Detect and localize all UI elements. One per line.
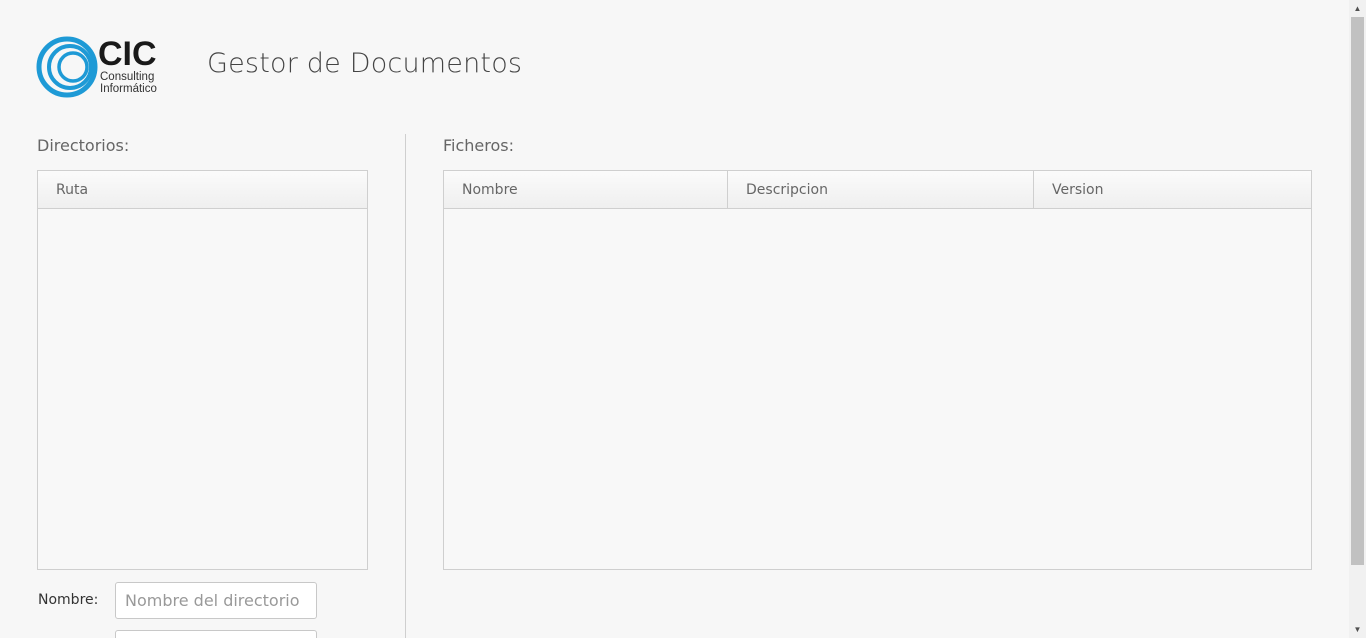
files-label: Ficheros: — [443, 136, 515, 155]
page-title: Gestor de Documentos — [207, 48, 523, 79]
secondary-input[interactable] — [115, 630, 317, 638]
up-arrow-icon[interactable]: ▲ — [1349, 0, 1366, 17]
cic-logo: CIC Consulting Informático — [36, 36, 168, 98]
name-label: Nombre: — [38, 592, 99, 608]
down-arrow-icon[interactable]: ▼ — [1349, 621, 1366, 638]
column-header-version[interactable]: Version — [1034, 171, 1311, 208]
directories-table[interactable]: Ruta — [37, 170, 368, 570]
logo-subtitle-line-2: Informático — [100, 83, 157, 95]
column-header-ruta[interactable]: Ruta — [38, 171, 367, 208]
files-table[interactable]: Nombre Descripcion Version — [443, 170, 1312, 570]
page: CIC Consulting Informático Gestor de Doc… — [0, 0, 1366, 638]
column-header-descripcion[interactable]: Descripcion — [728, 171, 1034, 208]
logo-wordmark: CIC — [98, 35, 157, 73]
logo-subtitle: Consulting Informático — [100, 71, 157, 95]
scrollbar-thumb[interactable] — [1351, 17, 1364, 565]
directory-name-input[interactable] — [115, 582, 317, 619]
logo-subtitle-line-1: Consulting — [100, 71, 155, 83]
directories-table-header: Ruta — [38, 171, 367, 209]
files-table-header: Nombre Descripcion Version — [444, 171, 1311, 209]
vertical-divider — [405, 134, 406, 638]
column-header-nombre[interactable]: Nombre — [444, 171, 728, 208]
directories-label: Directorios: — [37, 136, 130, 155]
cic-logo-rings-icon — [36, 36, 98, 98]
vertical-scrollbar[interactable]: ▲ ▼ — [1349, 0, 1366, 638]
